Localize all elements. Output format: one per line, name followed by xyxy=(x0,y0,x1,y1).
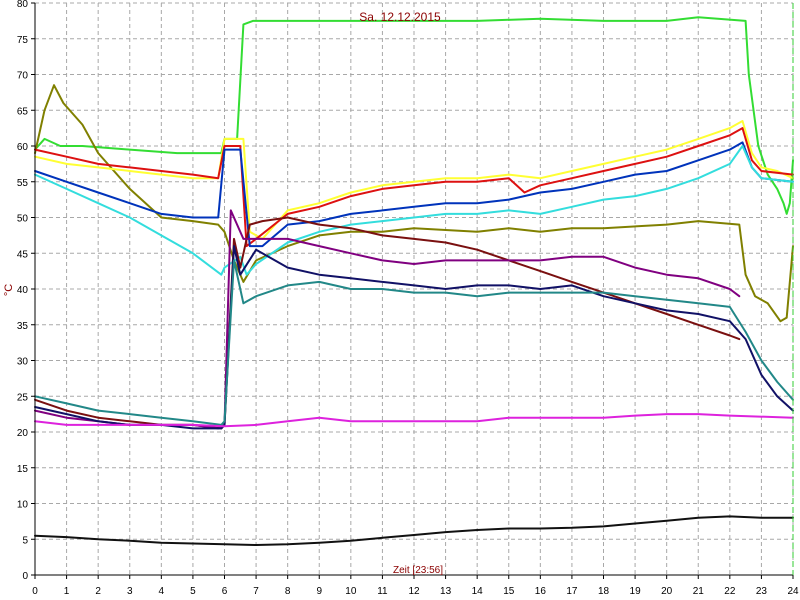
chart-background xyxy=(0,0,800,600)
chart-title: Sa. 12.12.2015 xyxy=(359,10,441,24)
x-axis-label: Zeit [23:56] xyxy=(393,565,443,576)
y-tick-label-1: 5 xyxy=(22,535,28,546)
x-tick-label-12: 12 xyxy=(408,586,420,597)
y-tick-label-11: 55 xyxy=(17,178,29,189)
x-tick-label-18: 18 xyxy=(598,586,610,597)
x-tick-label-22: 22 xyxy=(724,586,736,597)
y-tick-label-12: 60 xyxy=(17,142,29,153)
x-tick-label-13: 13 xyxy=(440,586,452,597)
y-tick-label-9: 45 xyxy=(17,249,29,260)
x-tick-label-17: 17 xyxy=(566,586,578,597)
y-tick-label-8: 40 xyxy=(17,285,29,296)
y-axis-label: °C xyxy=(3,284,15,296)
x-tick-label-5: 5 xyxy=(190,586,196,597)
y-tick-label-0: 0 xyxy=(22,571,28,582)
x-tick-label-20: 20 xyxy=(661,586,673,597)
x-tick-label-8: 8 xyxy=(285,586,291,597)
x-tick-label-19: 19 xyxy=(630,586,642,597)
x-tick-label-2: 2 xyxy=(95,586,101,597)
x-tick-label-6: 6 xyxy=(222,586,228,597)
x-tick-label-1: 1 xyxy=(64,586,70,597)
y-tick-label-2: 10 xyxy=(17,500,29,511)
y-tick-label-5: 25 xyxy=(17,392,29,403)
x-tick-label-11: 11 xyxy=(377,586,388,597)
x-tick-label-4: 4 xyxy=(159,586,165,597)
x-tick-label-16: 16 xyxy=(535,586,547,597)
x-tick-label-7: 7 xyxy=(253,586,259,597)
temperature-line-chart: 0 1 2 3 4 5 6 7 8 9 10 11 12 13 14 15 16 17 18 19 20 21 22 23 24… xyxy=(0,0,800,600)
y-tick-label-16: 80 xyxy=(17,0,29,10)
y-tick-label-15: 75 xyxy=(17,35,29,46)
y-tick-label-10: 50 xyxy=(17,214,29,225)
x-tick-label-23: 23 xyxy=(756,586,768,597)
y-tick-label-4: 20 xyxy=(17,428,29,439)
x-tick-label-3: 3 xyxy=(127,586,133,597)
x-tick-label-0: 0 xyxy=(32,586,38,597)
y-tick-label-14: 70 xyxy=(17,71,29,82)
y-tick-label-6: 30 xyxy=(17,357,29,368)
x-tick-label-10: 10 xyxy=(345,586,357,597)
x-tick-label-21: 21 xyxy=(693,586,705,597)
x-tick-label-14: 14 xyxy=(472,586,484,597)
x-tick-label-15: 15 xyxy=(503,586,515,597)
y-tick-label-3: 15 xyxy=(17,464,29,475)
y-tick-label-7: 35 xyxy=(17,321,29,332)
y-tick-label-13: 65 xyxy=(17,106,29,117)
x-tick-label-9: 9 xyxy=(316,586,322,597)
x-tick-label-24: 24 xyxy=(787,586,799,597)
